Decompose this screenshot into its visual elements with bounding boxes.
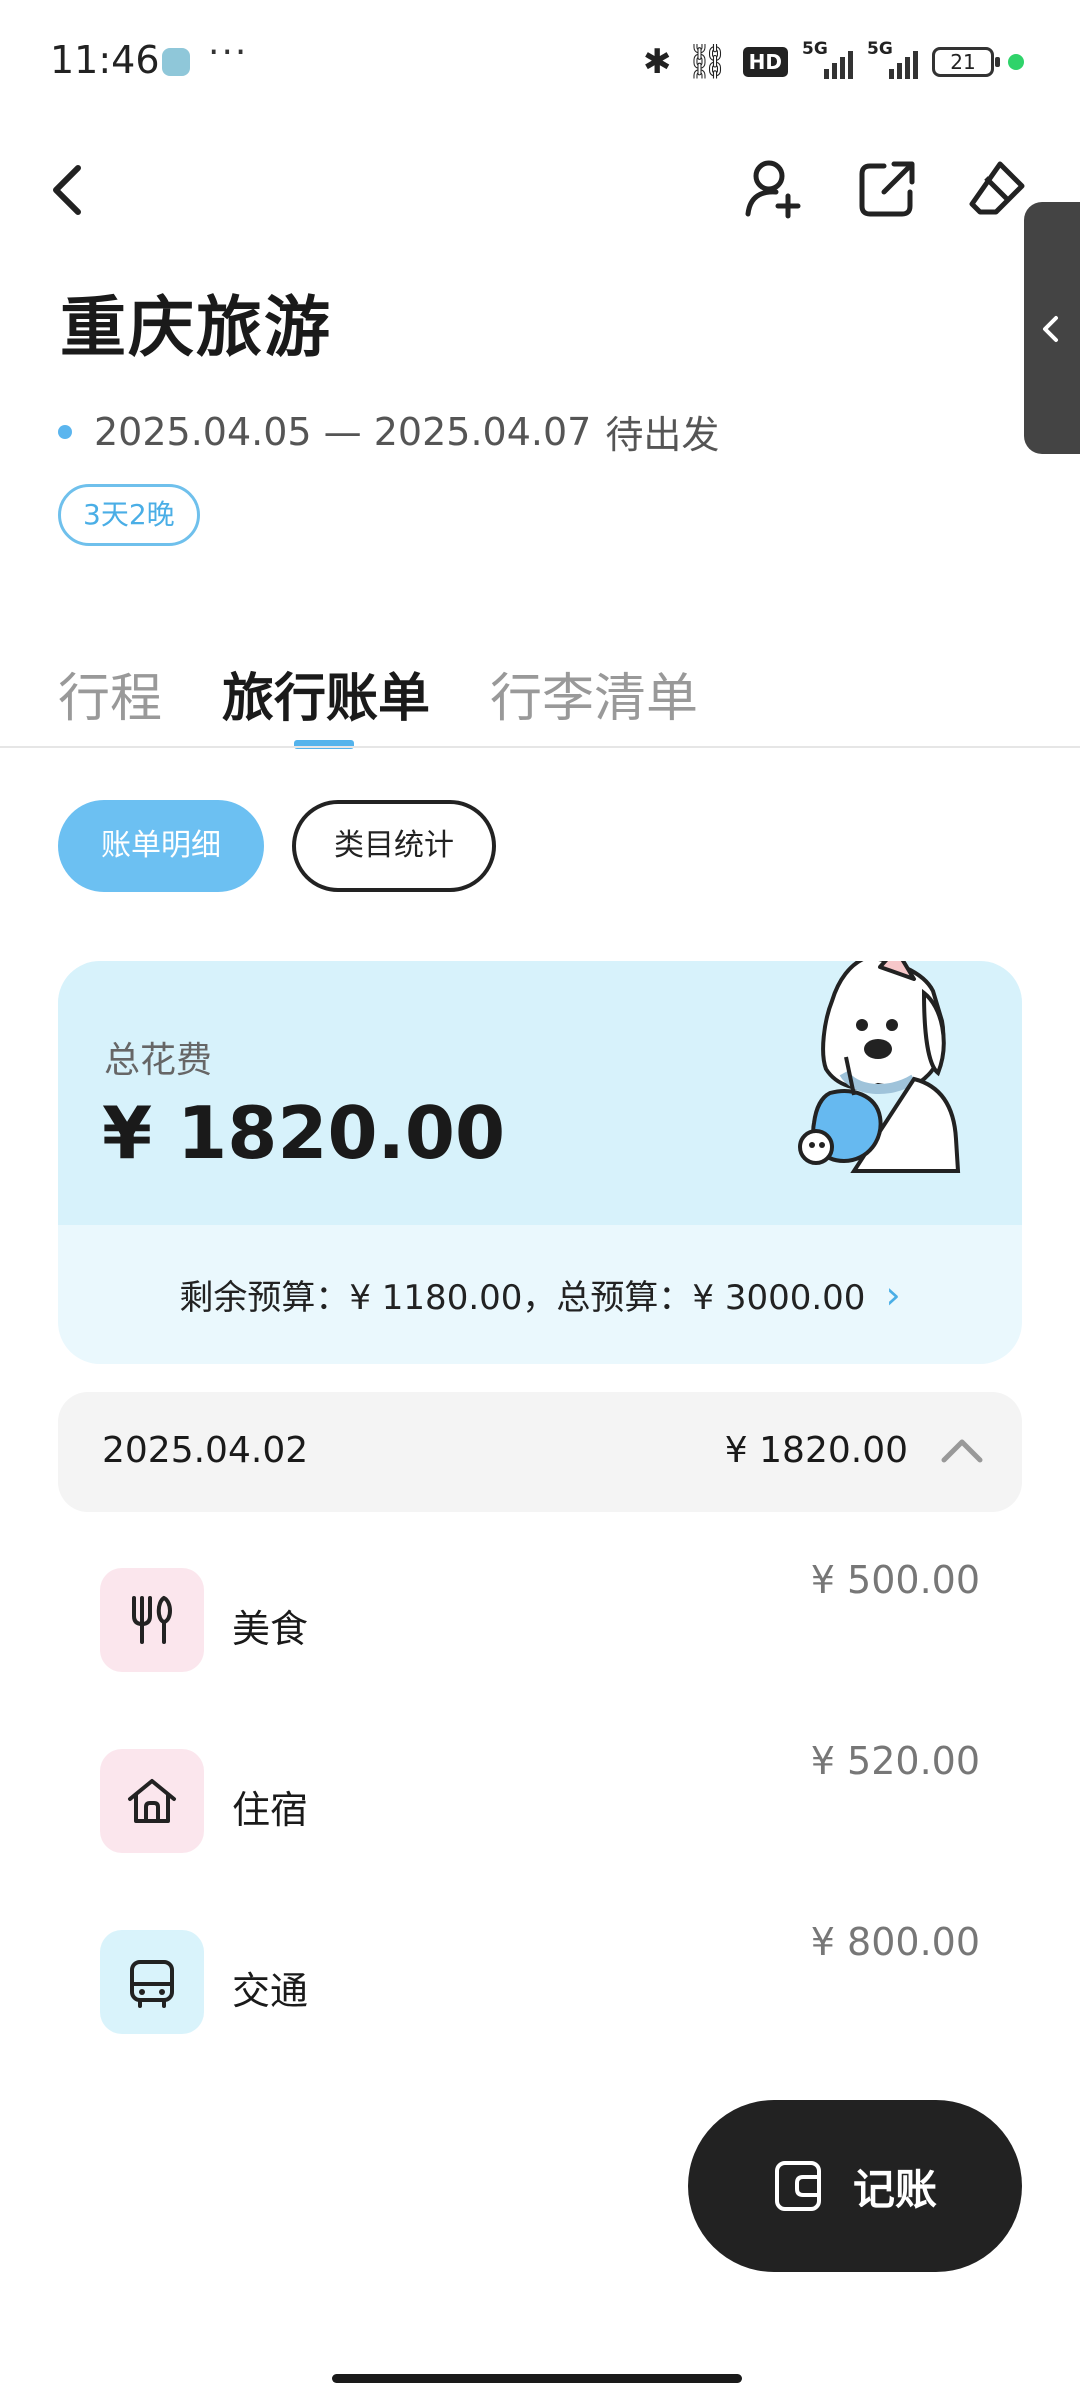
record-expense-button[interactable]: 记账 xyxy=(688,2100,1022,2272)
day-group-amount: ¥ 1820.00 xyxy=(724,1430,908,1471)
expense-item[interactable]: 交通 ¥ 800.00 xyxy=(100,1920,980,2034)
bluetooth-icon: ✱ xyxy=(642,42,672,82)
trip-date-line: 2025.04.05 — 2025.04.07 待出发 xyxy=(58,404,719,459)
share-out-icon xyxy=(859,161,915,217)
expense-amount: ¥ 500.00 xyxy=(810,1558,980,1602)
trip-title: 重庆旅游 xyxy=(60,289,332,366)
trip-date-range: 2025.04.05 — 2025.04.07 xyxy=(94,409,592,454)
side-drawer-handle[interactable] xyxy=(1024,202,1080,454)
app-notification-icon xyxy=(162,48,190,76)
day-group-date: 2025.04.02 xyxy=(102,1430,309,1471)
category-stats-button[interactable]: 类目统计 xyxy=(292,800,496,892)
bill-detail-button[interactable]: 账单明细 xyxy=(58,800,264,892)
edit-button[interactable] xyxy=(964,156,1030,222)
back-button[interactable] xyxy=(42,160,94,220)
user-plus-icon xyxy=(745,160,801,219)
budget-summary-text: 剩余预算：¥ 1180.00，总预算：¥ 3000.00 xyxy=(179,1278,866,1318)
tab-itinerary[interactable]: 行程 xyxy=(58,656,162,731)
expense-amount: ¥ 800.00 xyxy=(810,1920,980,1964)
trip-status: 待出发 xyxy=(605,413,720,457)
record-expense-label: 记账 xyxy=(852,2164,937,2214)
tab-bar: 行程 旅行账单 行李清单 xyxy=(58,656,698,731)
status-time: 11:46 xyxy=(50,38,160,82)
more-notifications-icon: ··· xyxy=(208,32,249,73)
expense-amount: ¥ 520.00 xyxy=(810,1739,980,1783)
expense-item[interactable]: 美食 ¥ 500.00 xyxy=(100,1558,980,1672)
share-button[interactable] xyxy=(854,156,920,222)
status-dot xyxy=(58,424,72,439)
total-spending-label: 总花费 xyxy=(104,1040,213,1081)
chevron-left-icon xyxy=(53,165,81,215)
expense-name: 住宿 xyxy=(232,1788,309,1832)
battery-icon: 21 xyxy=(932,47,1000,77)
eraser-icon xyxy=(969,161,1025,215)
day-group-header[interactable]: 2025.04.02 ¥ 1820.00 xyxy=(58,1392,1022,1512)
total-spending-card: 总花费 ¥ 1820.00 剩余预算：¥ 1180.00，总预算：¥ 3000.… xyxy=(58,961,1022,1364)
chevron-up-icon[interactable] xyxy=(938,1430,986,1470)
signal-icon: 5G xyxy=(802,39,853,79)
utensils-icon xyxy=(100,1568,204,1672)
house-icon xyxy=(100,1749,204,1853)
chevron-left-icon xyxy=(1043,316,1058,342)
total-spending-header: 总花费 ¥ 1820.00 xyxy=(58,961,1022,1225)
tab-packing-list[interactable]: 行李清单 xyxy=(490,656,698,731)
duration-badge: 3天2晚 xyxy=(58,484,200,546)
puppy-mascot-illustration xyxy=(798,961,961,1173)
add-member-button[interactable] xyxy=(742,156,808,222)
status-indicators: ✱ ⛓ HD 5G 5G 21 xyxy=(642,39,1024,82)
tabs-divider xyxy=(0,746,1080,748)
tab-travel-bill[interactable]: 旅行账单 xyxy=(222,656,430,731)
status-bar: 11:46 ··· ✱ ⛓ HD 5G 5G 21 xyxy=(0,0,1080,130)
budget-summary-link[interactable]: 剩余预算：¥ 1180.00，总预算：¥ 3000.00 › xyxy=(58,1225,1022,1364)
hd-badge: HD xyxy=(742,47,788,77)
link-icon: ⛓ xyxy=(685,42,729,82)
wallet-icon xyxy=(774,2161,821,2211)
expense-item[interactable]: 住宿 ¥ 520.00 xyxy=(100,1739,980,1853)
home-indicator[interactable] xyxy=(332,2374,742,2383)
expense-name: 美食 xyxy=(232,1607,309,1651)
bus-icon xyxy=(100,1930,204,2034)
signal-icon-2: 5G xyxy=(867,39,918,79)
chevron-right-icon: › xyxy=(885,1272,901,1317)
total-spending-amount: ¥ 1820.00 xyxy=(102,1091,506,1175)
expense-name: 交通 xyxy=(232,1969,309,2013)
privacy-dot xyxy=(1008,54,1024,70)
